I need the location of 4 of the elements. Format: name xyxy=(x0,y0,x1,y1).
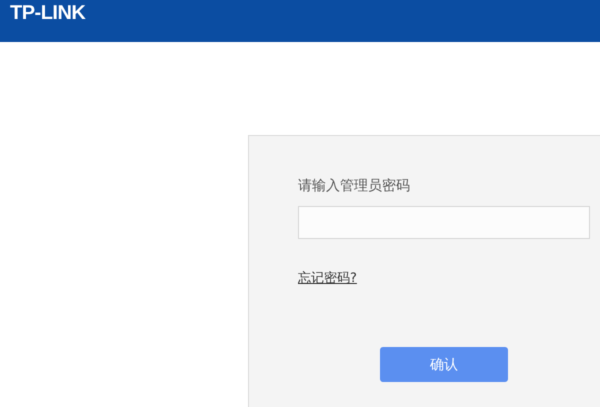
forgot-password-link[interactable]: 忘记密码? xyxy=(298,269,357,287)
logo: TP-LINK xyxy=(10,2,86,24)
password-field[interactable] xyxy=(298,206,590,239)
password-label: 请输入管理员密码 xyxy=(298,177,410,196)
